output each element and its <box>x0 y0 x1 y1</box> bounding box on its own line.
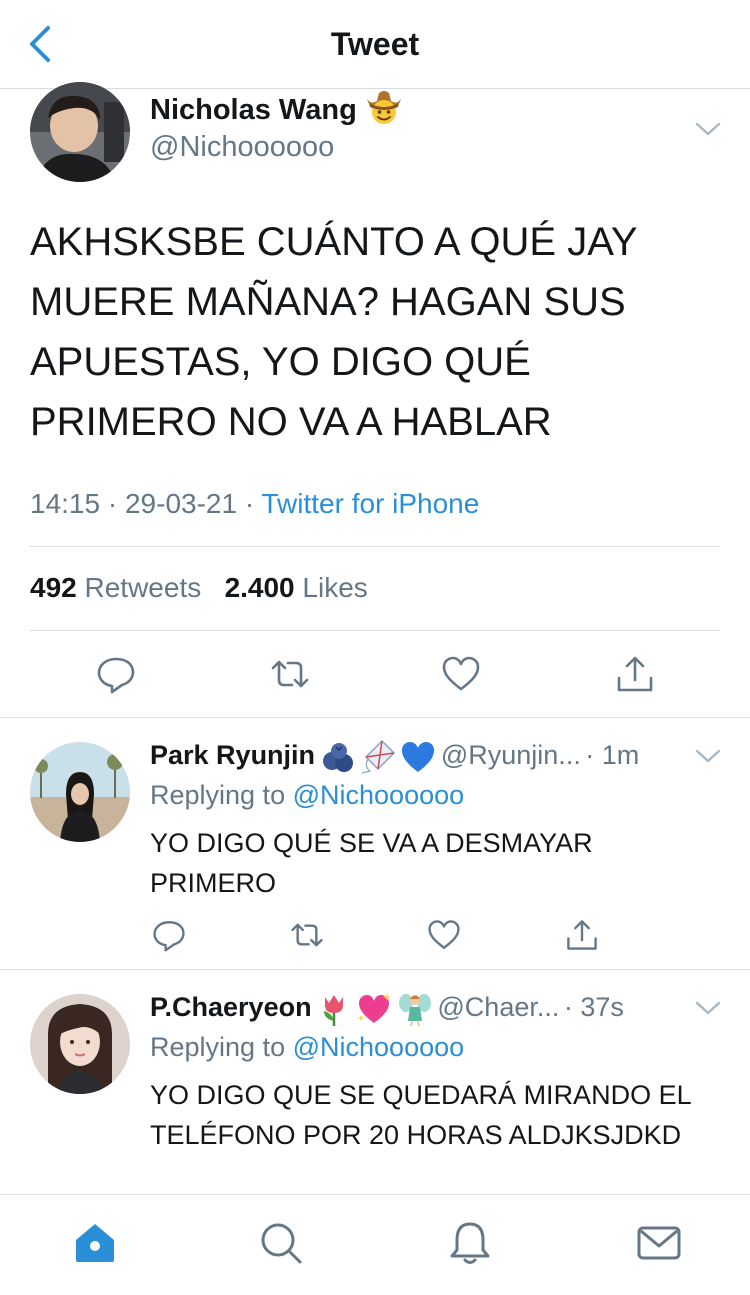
retweet-icon[interactable] <box>270 654 310 694</box>
tweet-date: 29-03-21 <box>124 488 238 519</box>
tweet-source[interactable]: Twitter for iPhone <box>261 488 479 519</box>
divider <box>30 630 720 631</box>
fairy-emoji-icon <box>398 993 431 1026</box>
blueberries-emoji-icon <box>322 742 353 772</box>
divider <box>30 546 720 547</box>
tweet-time: 14:15 <box>30 488 101 519</box>
reply-author-handle[interactable]: @Ryunjin... <box>441 740 581 770</box>
sparkling-heart-emoji-icon <box>358 992 392 1023</box>
main-tweet-text: AKHSKSBE CUÁNTO A QUÉ JAY MUERE MAÑANA? … <box>30 220 637 444</box>
main-author-name[interactable]: Nicholas Wang <box>150 91 403 127</box>
retweets-count[interactable]: 492 <box>30 572 77 603</box>
divider <box>0 969 750 970</box>
share-icon[interactable] <box>615 654 655 694</box>
tweet-stats: 492 Retweets 2.400 Likes <box>30 572 368 604</box>
main-author-handle[interactable]: @Nichoooooo <box>150 131 334 164</box>
reply-author-avatar[interactable] <box>30 994 130 1094</box>
share-icon[interactable] <box>565 918 599 952</box>
replying-to-mention[interactable]: @Nichoooooo <box>293 780 465 810</box>
reply-header: Park Ryunjin @Ryunjin... · 1m <box>150 739 640 775</box>
tweet-meta: 14:15 · 29-03-21 · Twitter for iPhone <box>30 488 480 519</box>
replying-to-label: Replying to <box>150 1032 286 1062</box>
chevron-down-icon[interactable] <box>694 121 722 137</box>
retweets-label[interactable]: Retweets <box>85 572 202 603</box>
reply-author-name[interactable]: P.Chaeryeon <box>150 992 312 1022</box>
search-tab-icon[interactable] <box>258 1220 304 1266</box>
likes-label[interactable]: Likes <box>302 572 367 603</box>
replying-to: Replying to @Nichoooooo <box>150 780 464 811</box>
main-author-avatar[interactable] <box>30 82 130 182</box>
page-title: Tweet <box>330 26 420 62</box>
reply-author-avatar[interactable] <box>30 742 130 842</box>
reply-icon[interactable] <box>152 918 186 952</box>
kite-emoji-icon <box>361 739 396 774</box>
divider <box>0 717 750 718</box>
reply-header: P.Chaeryeon @Chaer... · 37s <box>150 992 624 1027</box>
reply-text: YO DIGO QUÉ SE VA A DESMAYAR PRIMERO <box>150 828 593 898</box>
blue-heart-emoji-icon <box>402 741 435 772</box>
replying-to: Replying to @Nichoooooo <box>150 1032 464 1063</box>
home-tab-icon[interactable] <box>72 1220 118 1266</box>
reply-text: YO DIGO QUE SE QUEDARÁ MIRANDO EL TELÉFO… <box>150 1080 691 1150</box>
main-author-name-text: Nicholas Wang <box>150 94 357 126</box>
replying-to-label: Replying to <box>150 780 286 810</box>
notifications-tab-icon[interactable] <box>447 1220 493 1266</box>
chevron-down-icon[interactable] <box>694 748 722 764</box>
chevron-down-icon[interactable] <box>694 1000 722 1016</box>
cowboy-emoji-icon <box>366 91 401 125</box>
reply-author-handle[interactable]: @Chaer... <box>437 992 559 1022</box>
like-icon[interactable] <box>427 918 461 952</box>
tulip-emoji-icon <box>324 994 344 1026</box>
replying-to-mention[interactable]: @Nichoooooo <box>293 1032 465 1062</box>
reply-author-name[interactable]: Park Ryunjin <box>150 740 315 770</box>
reply-age: 37s <box>580 992 624 1022</box>
like-icon[interactable] <box>441 654 481 694</box>
messages-tab-icon[interactable] <box>636 1220 682 1266</box>
likes-count[interactable]: 2.400 <box>225 572 295 603</box>
reply-age: 1m <box>601 740 640 770</box>
reply-icon[interactable] <box>96 654 136 694</box>
retweet-icon[interactable] <box>290 918 324 952</box>
